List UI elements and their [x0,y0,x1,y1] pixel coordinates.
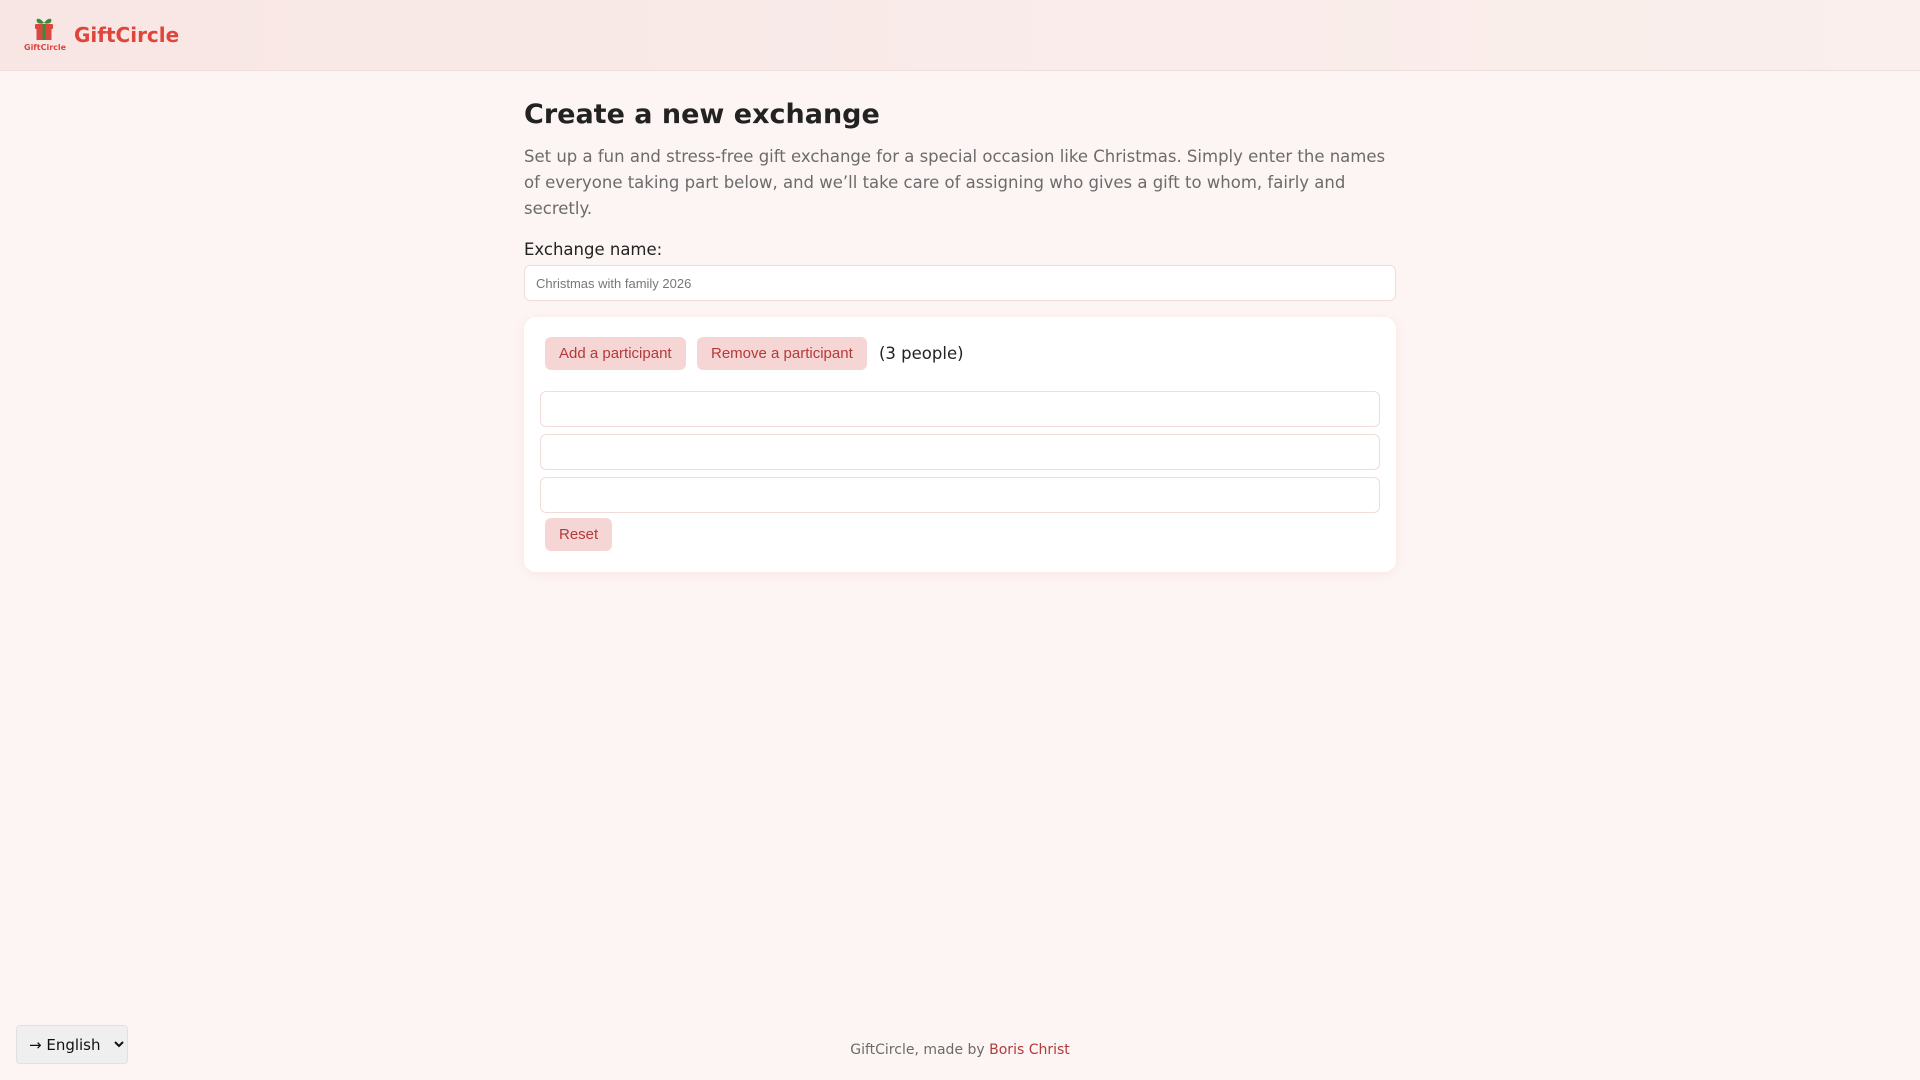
exchange-name-input[interactable] [524,265,1396,301]
reset-button[interactable]: Reset [545,518,613,551]
top-bar: GiftCircle GiftCircle [0,0,1920,71]
footer-text: GiftCircle, made by [850,1042,990,1058]
intro-text: Set up a fun and stress-free gift exchan… [524,147,1386,218]
author-link[interactable]: Boris Christ [989,1042,1070,1058]
main-content: Create a new exchange Set up a fun and s… [524,96,1396,572]
footer: GiftCircle, made by Boris Christ [0,1042,1920,1058]
participants-card: Add a participant Remove a participant (… [524,317,1396,572]
brand-link[interactable]: GiftCircle GiftCircle [24,15,179,55]
logo-wordmark: GiftCircle [24,43,67,52]
page-title: Create a new exchange [524,99,880,130]
gift-icon: GiftCircle [24,15,67,55]
participant-input-2[interactable] [540,434,1380,470]
remove-participant-button[interactable]: Remove a participant [697,337,867,370]
participant-input-3[interactable] [540,477,1380,513]
participant-count: (3 people) [879,344,964,363]
add-participant-button[interactable]: Add a participant [545,337,686,370]
participant-input-1[interactable] [540,391,1380,427]
exchange-name-label: Exchange name: [524,240,663,259]
brand-name: GiftCircle [74,23,180,47]
